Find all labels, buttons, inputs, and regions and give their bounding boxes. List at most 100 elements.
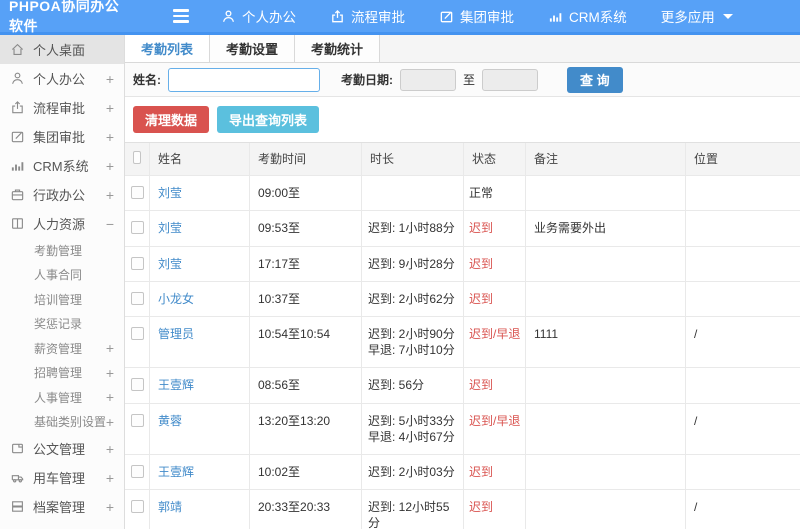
table-row: 刘莹 09:53至 迟到: 1小时88分 迟到 业务需要外出 bbox=[125, 211, 800, 247]
sidebar-subitem-personnel-mgmt[interactable]: 人事管理 + bbox=[0, 385, 124, 410]
sidebar-subitem-recruitment-mgmt[interactable]: 招聘管理 + bbox=[0, 361, 124, 386]
sidebar-subitem-label: 基础类别设置 bbox=[34, 415, 107, 430]
expand-plus-icon[interactable]: + bbox=[106, 71, 114, 87]
expand-plus-icon[interactable]: + bbox=[106, 158, 114, 174]
sidebar-subitem-salary-mgmt[interactable]: 薪资管理 + bbox=[0, 336, 124, 361]
expand-plus-icon[interactable]: + bbox=[106, 441, 114, 457]
nav-label: 更多应用 bbox=[660, 10, 715, 25]
sidebar-subitem-personnel-contract[interactable]: 人事合同 bbox=[0, 263, 124, 288]
bar-chart-icon bbox=[11, 162, 24, 171]
expand-plus-icon[interactable]: + bbox=[106, 100, 114, 116]
sidebar: 个人桌面 个人办公 + 流程审批 + 集团审批 + CRM系统 + 行政办公 +… bbox=[0, 35, 125, 529]
row-checkbox[interactable] bbox=[130, 221, 144, 235]
sidebar-item-archive-mgmt[interactable]: 档案管理 + bbox=[0, 492, 124, 521]
row-checkbox[interactable] bbox=[130, 326, 144, 340]
sidebar-subitem-attendance-mgmt[interactable]: 考勤管理 bbox=[0, 238, 124, 263]
table-header-row: 姓名 考勤时间 时长 状态 备注 位置 bbox=[125, 142, 800, 177]
expand-plus-icon[interactable]: + bbox=[106, 365, 114, 381]
employee-name-link[interactable]: 刘莹 bbox=[158, 221, 182, 235]
expand-plus-icon[interactable]: + bbox=[106, 414, 114, 430]
sidebar-item-admin-office[interactable]: 行政办公 + bbox=[0, 180, 124, 209]
expand-plus-icon[interactable]: + bbox=[106, 499, 114, 515]
name-filter-input[interactable] bbox=[168, 67, 320, 92]
nav-item-workflow-approval[interactable]: 流程审批 bbox=[330, 6, 405, 26]
expand-plus-icon[interactable]: + bbox=[106, 470, 114, 486]
attendance-time: 10:54至10:54 bbox=[250, 316, 362, 368]
sidebar-item-hr[interactable]: 人力资源 − bbox=[0, 209, 124, 238]
row-checkbox[interactable] bbox=[130, 500, 144, 514]
nav-item-crm[interactable]: CRM系统 bbox=[548, 6, 627, 26]
sidebar-item-personal-desktop[interactable]: 个人桌面 bbox=[0, 35, 124, 64]
employee-name-link[interactable]: 管理员 bbox=[158, 327, 194, 341]
location bbox=[686, 247, 800, 281]
table-row: 王壹辉 10:02至 迟到: 2小时03分 迟到 bbox=[125, 454, 800, 491]
note bbox=[526, 368, 686, 403]
expand-plus-icon[interactable]: + bbox=[106, 187, 114, 203]
status-label: 迟到 bbox=[464, 211, 526, 246]
location bbox=[686, 176, 800, 210]
expand-plus-icon[interactable]: + bbox=[106, 389, 114, 405]
sidebar-subitem-label: 薪资管理 bbox=[34, 341, 83, 356]
employee-name-link[interactable]: 黄蓉 bbox=[158, 414, 182, 428]
sidebar-item-label: 个人桌面 bbox=[33, 43, 86, 58]
clean-data-button[interactable]: 清理数据 bbox=[133, 106, 210, 133]
row-checkbox[interactable] bbox=[130, 186, 144, 200]
row-checkbox[interactable] bbox=[130, 291, 144, 305]
employee-name-link[interactable]: 刘莹 bbox=[158, 186, 182, 200]
search-button[interactable]: 查 询 bbox=[567, 66, 623, 93]
nav-item-more-apps[interactable]: 更多应用 bbox=[661, 6, 733, 26]
sidebar-subitem-reward-punishment[interactable]: 奖惩记录 bbox=[0, 312, 124, 337]
expand-plus-icon[interactable]: + bbox=[106, 129, 114, 145]
sidebar-subitem-label: 培训管理 bbox=[34, 292, 83, 307]
duration: 迟到: 12小时55分 bbox=[362, 490, 464, 529]
select-all-checkbox[interactable] bbox=[133, 151, 141, 164]
employee-name-link[interactable]: 小龙女 bbox=[158, 292, 194, 306]
sidebar-item-vehicle-mgmt[interactable]: 用车管理 + bbox=[0, 463, 124, 492]
archive-icon bbox=[12, 501, 23, 512]
sidebar-item-group-approval[interactable]: 集团审批 + bbox=[0, 122, 124, 151]
employee-name-link[interactable]: 王壹辉 bbox=[158, 465, 194, 479]
row-checkbox[interactable] bbox=[130, 378, 144, 392]
export-list-button[interactable]: 导出查询列表 bbox=[217, 106, 320, 133]
expand-plus-icon[interactable]: + bbox=[106, 340, 114, 356]
header-location: 位置 bbox=[694, 152, 719, 166]
note bbox=[526, 176, 686, 211]
duration: 迟到: 5小时33分 早退: 4小时67分 bbox=[362, 403, 464, 454]
tab-attendance-list[interactable]: 考勤列表 bbox=[125, 35, 211, 62]
row-checkbox[interactable] bbox=[130, 464, 144, 478]
briefcase-icon bbox=[11, 189, 24, 201]
collapse-minus-icon[interactable]: − bbox=[106, 216, 114, 232]
table-row: 王壹辉 08:56至 迟到: 56分 迟到 bbox=[125, 368, 800, 404]
sidebar-subitem-label: 考勤管理 bbox=[34, 243, 83, 258]
sidebar-subitem-label: 奖惩记录 bbox=[34, 317, 83, 332]
employee-name-link[interactable]: 郭靖 bbox=[158, 500, 182, 514]
sidebar-item-crm[interactable]: CRM系统 + bbox=[0, 151, 124, 180]
sidebar-subitem-base-category-settings[interactable]: 基础类别设置 + bbox=[0, 410, 124, 435]
share-icon bbox=[12, 101, 23, 114]
duration: 迟到: 9小时28分 bbox=[362, 246, 464, 281]
row-checkbox[interactable] bbox=[130, 256, 144, 270]
sidebar-item-project-mgmt[interactable]: 项目管理 + bbox=[0, 521, 124, 530]
date-to-input[interactable] bbox=[482, 68, 539, 91]
sidebar-item-document-mgmt[interactable]: 公文管理 + bbox=[0, 434, 124, 463]
date-to-label: 至 bbox=[463, 73, 476, 87]
date-from-input[interactable] bbox=[400, 68, 456, 91]
menu-toggle-icon[interactable] bbox=[173, 9, 189, 23]
nav-item-personal-office[interactable]: 个人办公 bbox=[221, 6, 296, 26]
sidebar-item-workflow-approval[interactable]: 流程审批 + bbox=[0, 93, 124, 122]
header-note: 备注 bbox=[526, 143, 686, 176]
employee-name-link[interactable]: 王壹辉 bbox=[158, 378, 194, 392]
sidebar-subitem-label: 人事合同 bbox=[34, 268, 83, 283]
nav-label: 流程审批 bbox=[351, 10, 405, 25]
duration bbox=[362, 176, 464, 211]
tab-attendance-stats[interactable]: 考勤统计 bbox=[295, 35, 381, 62]
nav-item-group-approval[interactable]: 集团审批 bbox=[439, 6, 514, 26]
table-row: 刘莹 17:17至 迟到: 9小时28分 迟到 bbox=[125, 246, 800, 282]
tab-attendance-settings[interactable]: 考勤设置 bbox=[210, 35, 296, 62]
sidebar-subitem-training-mgmt[interactable]: 培训管理 bbox=[0, 287, 124, 312]
sidebar-item-personal-office[interactable]: 个人办公 + bbox=[0, 64, 124, 93]
nav-label: 集团审批 bbox=[460, 10, 514, 25]
expand-plus-icon[interactable]: + bbox=[106, 528, 114, 530]
employee-name-link[interactable]: 刘莹 bbox=[158, 257, 182, 271]
row-checkbox[interactable] bbox=[130, 413, 144, 427]
